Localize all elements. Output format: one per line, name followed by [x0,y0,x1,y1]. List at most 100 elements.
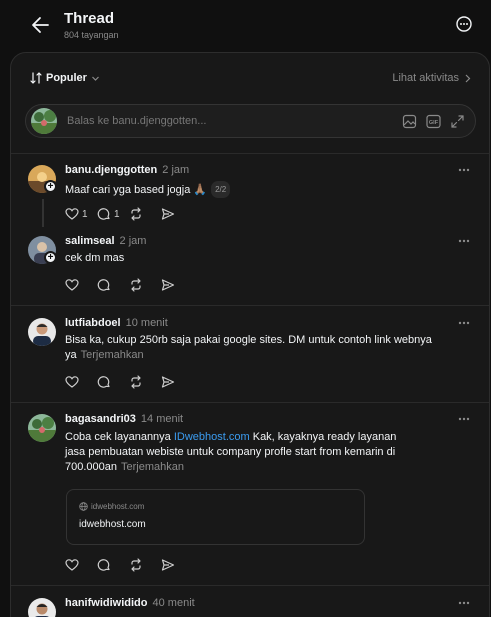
share-button[interactable] [161,375,193,389]
send-icon [161,279,175,291]
view-count: 804 tayangan [64,30,119,40]
reply-button[interactable]: 1 [97,207,129,221]
more-icon[interactable] [457,163,471,177]
view-activity-link[interactable]: Lihat aktivitas [392,72,471,84]
send-icon [161,559,175,571]
post-text: Maaf cari yga based jogja 🙏🏽 2/2 [65,181,450,198]
avatar[interactable] [28,414,56,442]
comment-icon [97,208,110,220]
post-time: 10 menit [125,317,168,329]
like-button[interactable] [65,278,97,292]
thread-panel: Populer Lihat aktivitas Balas ke banu.dj… [10,52,490,617]
heart-icon [65,208,79,220]
username[interactable]: salimseal 2 jam [65,235,146,247]
avatar[interactable] [28,318,56,346]
post-actions [65,558,193,572]
reply-count: 1 [114,208,120,220]
more-icon[interactable] [457,234,471,248]
username[interactable]: banu.djenggotten 2 jam [65,164,189,176]
sort-dropdown[interactable]: Populer [30,72,100,84]
repost-icon [131,558,141,572]
page-badge: 2/2 [211,181,231,198]
top-bar: Thread 804 tayangan [0,0,491,52]
reply-button[interactable] [97,375,129,389]
more-icon[interactable] [457,596,471,610]
repost-icon [131,207,141,221]
like-button[interactable] [65,375,97,389]
user-avatar [31,108,57,134]
post-actions: 1 1 [65,207,193,221]
view-activity-label: Lihat aktivitas [392,72,459,84]
username-text: lutfiabdoel [65,317,121,329]
sort-icon [30,72,42,84]
svg-text:GIF: GIF [429,120,439,126]
translate-link[interactable]: Terjemahkan [121,461,184,473]
link-domain: idwebhost.com [79,502,144,511]
share-button[interactable] [161,278,193,292]
repost-icon [131,375,141,389]
send-icon [161,208,175,220]
translate-link[interactable]: Terjemahkan [81,349,144,361]
reply-input[interactable]: Balas ke banu.djenggotten... [67,115,206,127]
repost-button[interactable] [129,375,161,389]
post-time: 2 jam [162,164,190,176]
thread-post: bagasandri03 14 menit Coba cek layanannya… [11,402,489,585]
link-preview-card[interactable]: idwebhost.com idwebhost.com [66,489,365,545]
share-button[interactable] [161,558,193,572]
reply-button[interactable] [97,558,129,572]
back-arrow-icon[interactable] [30,14,52,36]
repost-button[interactable] [129,278,161,292]
sort-bar: Populer Lihat aktivitas [11,53,489,105]
like-button[interactable] [65,558,97,572]
heart-icon [65,376,79,388]
username-text: hanifwidiwidido [65,597,148,609]
like-button[interactable]: 1 [65,207,97,221]
avatar[interactable] [28,598,56,617]
username-text: bagasandri03 [65,413,136,425]
share-button[interactable] [161,207,193,221]
globe-icon [79,502,88,511]
chevron-right-icon [465,74,471,82]
post-actions [65,375,193,389]
repost-button[interactable] [129,558,161,572]
link-domain-text: idwebhost.com [91,502,145,511]
post-time: 2 jam [119,235,147,247]
like-count: 1 [82,208,88,220]
more-icon[interactable] [457,412,471,426]
chevron-down-icon [92,76,99,81]
reply-button[interactable] [97,278,129,292]
post-link[interactable]: IDwebhost.com [174,431,250,443]
post-text: cek dm mas [65,252,125,264]
username[interactable]: hanifwidiwidido 40 menit [65,597,195,609]
username[interactable]: lutfiabdoel 10 menit [65,317,168,329]
username-text: salimseal [65,235,115,247]
thread-line [42,199,44,227]
expand-icon[interactable] [450,114,465,129]
username-text: banu.djenggotten [65,164,158,176]
thread-post: hanifwidiwidido 40 menit [11,585,489,617]
send-icon [161,376,175,388]
comment-icon [97,376,110,388]
heart-icon [65,279,79,291]
post-text: Coba cek layanannya IDwebhost.com Kak, k… [65,430,415,475]
thread-post: + banu.djenggotten 2 jam Maaf cari yga ba… [11,153,489,305]
username[interactable]: bagasandri03 14 menit [65,413,183,425]
comment-icon [97,279,110,291]
post-time: 14 menit [140,413,184,425]
gif-icon[interactable]: GIF [426,114,441,129]
sort-label: Populer [46,72,87,84]
follow-plus-icon[interactable]: + [44,251,57,264]
more-options-icon[interactable] [455,15,473,33]
repost-button[interactable] [129,207,161,221]
reply-box[interactable]: Balas ke banu.djenggotten... GIF [25,104,476,138]
more-icon[interactable] [457,316,471,330]
post-text-before: Coba cek layanannya [65,431,174,443]
image-icon[interactable] [402,114,417,129]
follow-plus-icon[interactable]: + [44,180,57,193]
post-text-content: Maaf cari yga based jogja 🙏🏽 [65,184,208,196]
repost-icon [131,278,141,292]
post-text: Bisa ka, cukup 250rb saja pakai google s… [65,333,450,363]
post-actions [65,278,193,292]
thread-post: lutfiabdoel 10 menit Bisa ka, cukup 250rb… [11,305,489,402]
comment-icon [97,559,110,571]
